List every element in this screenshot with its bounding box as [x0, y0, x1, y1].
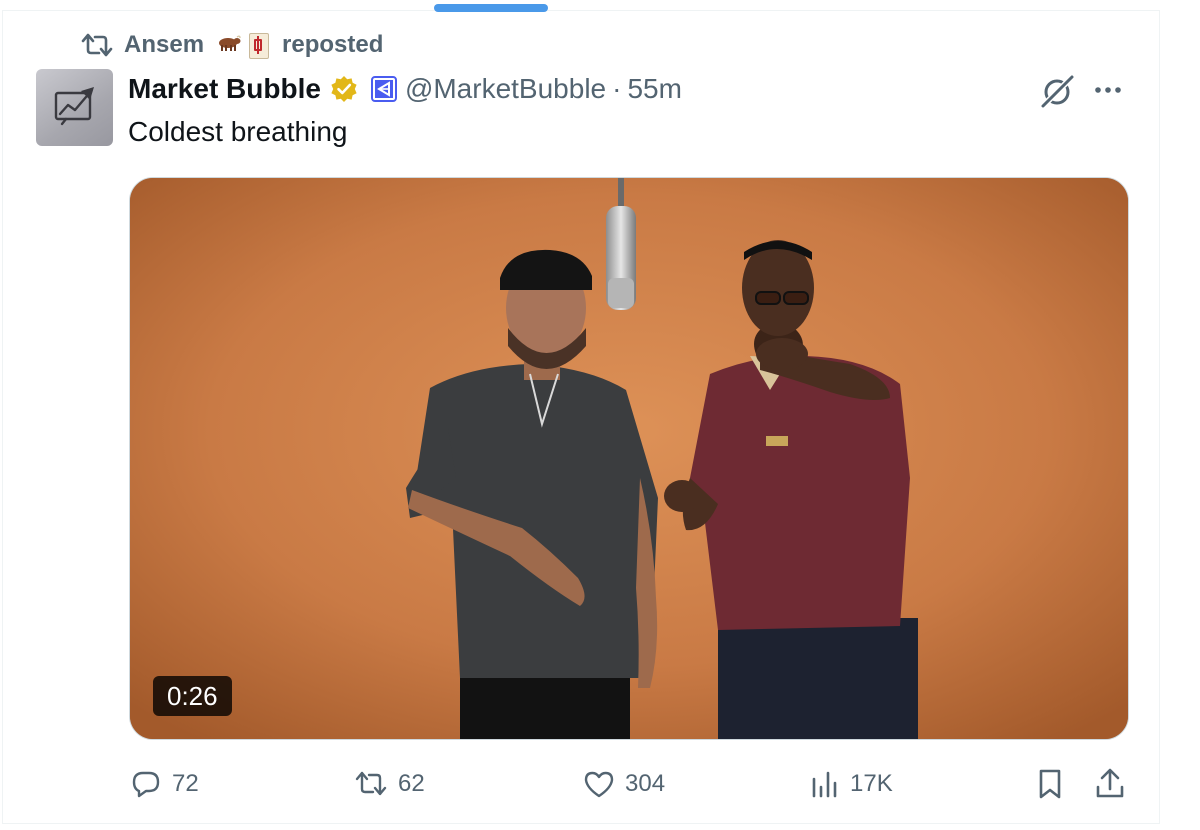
- avatar[interactable]: [36, 69, 113, 146]
- heart-icon: [583, 769, 615, 799]
- tweet-text: Coldest breathing: [128, 116, 348, 147]
- video-player[interactable]: 0:26: [129, 177, 1129, 740]
- tweet-screenshot: Ansem reposted Market Bubble @MarketBubb…: [0, 0, 1200, 830]
- tab-indicator: [434, 4, 548, 12]
- tweet-header: Market Bubble @MarketBubble · 55m: [128, 69, 682, 109]
- reply-button[interactable]: 72: [130, 764, 199, 804]
- repost-icon: [80, 32, 114, 58]
- grok-icon[interactable]: [1038, 72, 1078, 112]
- verified-badge-icon[interactable]: [329, 74, 359, 104]
- video-frame: [130, 178, 1128, 739]
- ox-emoji: [215, 31, 241, 51]
- bookmark-button[interactable]: [1036, 764, 1064, 804]
- bookmark-icon: [1036, 767, 1064, 801]
- mahjong-red-dragon-emoji: [249, 32, 270, 59]
- more-icon[interactable]: [1092, 78, 1124, 102]
- views-count: 17K: [850, 770, 893, 797]
- repost-label: reposted: [282, 31, 384, 58]
- timestamp[interactable]: 55m: [627, 73, 681, 105]
- repost-context[interactable]: Ansem reposted: [80, 30, 383, 60]
- reply-count: 72: [172, 770, 199, 797]
- reply-icon: [130, 768, 162, 800]
- chart-logo-icon: [54, 87, 94, 126]
- repost-action-icon: [354, 769, 388, 799]
- separator: ·: [612, 73, 622, 104]
- affiliate-badge-icon[interactable]: [370, 76, 397, 102]
- share-button[interactable]: [1094, 764, 1126, 804]
- repost-user[interactable]: Ansem: [124, 31, 204, 58]
- handle[interactable]: @MarketBubble: [405, 73, 606, 105]
- views-icon: [810, 769, 840, 799]
- repost-button[interactable]: 62: [354, 764, 425, 804]
- share-icon: [1094, 767, 1126, 801]
- repost-count: 62: [398, 770, 425, 797]
- video-duration: 0:26: [153, 676, 232, 716]
- like-count: 304: [625, 770, 666, 797]
- like-button[interactable]: 304: [583, 764, 665, 804]
- views-button[interactable]: 17K: [810, 764, 893, 804]
- display-name[interactable]: Market Bubble: [128, 73, 321, 105]
